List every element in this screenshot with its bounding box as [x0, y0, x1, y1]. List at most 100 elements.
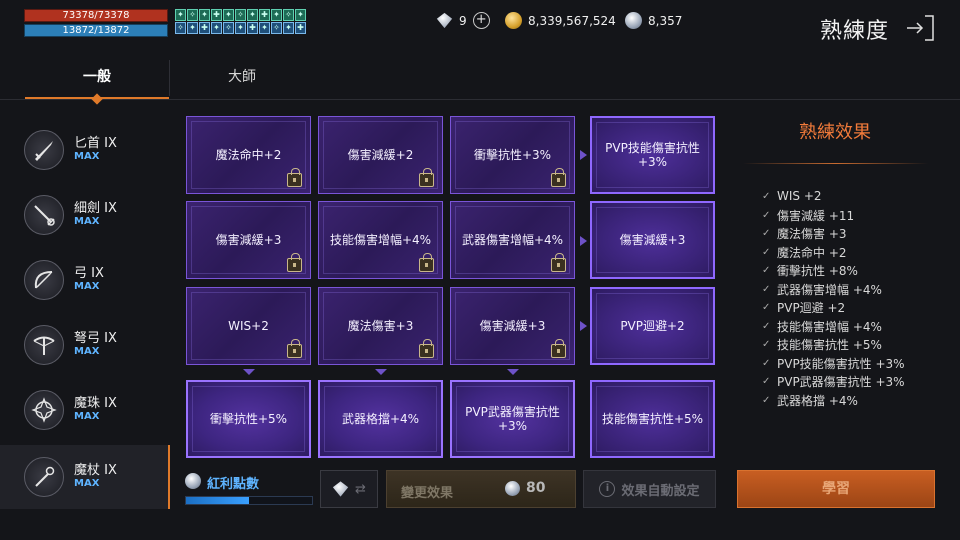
swap-icon: ⇄	[355, 481, 366, 497]
orb-icon	[24, 390, 64, 430]
effect-text: 衝擊抗性 +8%	[777, 264, 858, 278]
mastery-tile[interactable]: 傷害減緩+3	[450, 287, 575, 365]
buff-icon[interactable]: ✧	[283, 9, 294, 21]
bow-icon	[24, 260, 64, 300]
tile-label: 傷害減緩+2	[347, 148, 414, 162]
diamond-amount: 9	[459, 13, 467, 28]
weapon-item-orb[interactable]: 魔珠 IX MAX	[0, 378, 170, 442]
buff-icon[interactable]: ✦	[259, 22, 270, 34]
check-icon: ✓	[762, 358, 771, 369]
effects-title: 熟練效果	[799, 122, 871, 143]
mastery-tile[interactable]: 傷害減緩+2	[318, 116, 443, 194]
tile-label: 傷害減緩+3	[215, 233, 282, 247]
effect-text: WIS +2	[777, 189, 822, 203]
tile-label: 技能傷害增幅+4%	[329, 233, 432, 247]
weapon-name: 弩弓 IX	[74, 331, 117, 346]
wand-icon	[24, 457, 64, 497]
check-icon: ✓	[762, 228, 771, 239]
lock-icon	[551, 253, 566, 272]
mastery-tile[interactable]: 魔法命中+2	[186, 116, 311, 194]
effect-text: 魔法命中 +2	[777, 246, 847, 260]
weapon-item-crossbow[interactable]: 弩弓 IX MAX	[0, 313, 170, 377]
swap-currency-button[interactable]: ⇄	[320, 470, 378, 508]
learn-button[interactable]: 學習	[737, 470, 935, 508]
mastery-tile-unlocked[interactable]: PVP武器傷害抗性+3%	[450, 380, 575, 458]
diamond-icon	[436, 12, 453, 29]
bonus-progress-fill	[186, 497, 249, 504]
buff-icon[interactable]: ✦	[175, 9, 186, 21]
silver-currency: 8,357	[625, 12, 682, 29]
buff-icon[interactable]: ✚	[199, 22, 210, 34]
tab-divider	[0, 99, 960, 100]
arrow-right-icon	[580, 150, 587, 160]
info-icon: i	[599, 481, 616, 497]
check-icon: ✓	[762, 302, 771, 313]
mastery-tile-unlocked[interactable]: PVP迴避+2	[590, 287, 715, 365]
buff-icon[interactable]: ✦	[223, 9, 234, 21]
buff-icon[interactable]: ✦	[211, 22, 222, 34]
check-icon: ✓	[762, 210, 771, 221]
change-effect-button[interactable]: 變更效果 80	[386, 470, 576, 508]
auto-set-effect-button[interactable]: i 效果自動設定	[583, 470, 716, 508]
effect-item: ✓ 衝擊抗性 +8%	[762, 262, 858, 279]
effect-item: ✓ PVP技能傷害抗性 +3%	[762, 355, 905, 372]
weapon-item-wand[interactable]: 魔杖 IX MAX	[0, 445, 170, 509]
arrow-down-icon	[507, 369, 519, 375]
check-icon: ✓	[762, 321, 771, 332]
buff-icon[interactable]: ✚	[211, 9, 222, 21]
effects-divider	[743, 163, 928, 164]
mastery-tile-unlocked[interactable]: 武器格擋+4%	[318, 380, 443, 458]
effect-text: 武器格擋 +4%	[777, 394, 858, 408]
buff-icon[interactable]: ✦	[247, 9, 258, 21]
buff-icons[interactable]: ✦ ✧ ✦ ✚ ✦ ✧ ✦ ✚ ✦ ✧ ✦ ✧ ✦ ✚ ✦ ✧ ✦ ✚ ✦ ✧ …	[175, 9, 313, 34]
arrow-right-icon	[580, 321, 587, 331]
buff-icon[interactable]: ✚	[259, 9, 270, 21]
gold-currency: 8,339,567,524	[505, 12, 616, 29]
effect-item: ✓ 武器傷害增幅 +4%	[762, 281, 882, 298]
weapon-item-dagger[interactable]: 匕首 IX MAX	[0, 118, 170, 182]
mastery-tile[interactable]: 魔法傷害+3	[318, 287, 443, 365]
buff-icon[interactable]: ✚	[295, 22, 306, 34]
mastery-tile[interactable]: 傷害減緩+3	[186, 201, 311, 279]
effect-text: 傷害減緩 +11	[777, 209, 855, 223]
mastery-tile[interactable]: 衝擊抗性+3%	[450, 116, 575, 194]
buff-icon[interactable]: ✧	[235, 9, 246, 21]
buff-icon[interactable]: ✦	[271, 9, 282, 21]
buff-icon[interactable]: ✦	[187, 22, 198, 34]
effect-text: PVP技能傷害抗性 +3%	[777, 357, 905, 371]
weapon-name: 匕首 IX	[74, 136, 117, 151]
buff-icon[interactable]: ✧	[223, 22, 234, 34]
effect-item: ✓ PVP武器傷害抗性 +3%	[762, 373, 905, 390]
buff-icon[interactable]: ✧	[175, 22, 186, 34]
tile-label: 武器傷害增幅+4%	[461, 233, 564, 247]
diamond-icon	[332, 481, 349, 497]
weapon-level: MAX	[74, 151, 100, 162]
mastery-tile[interactable]: WIS+2	[186, 287, 311, 365]
mastery-tile-unlocked[interactable]: PVP技能傷害抗性+3%	[590, 116, 715, 194]
buff-icon[interactable]: ✦	[283, 22, 294, 34]
buff-icon[interactable]: ✦	[235, 22, 246, 34]
buff-icon[interactable]: ✚	[247, 22, 258, 34]
mastery-tile-unlocked[interactable]: 技能傷害抗性+5%	[590, 380, 715, 458]
mastery-tile-unlocked[interactable]: 衝擊抗性+5%	[186, 380, 311, 458]
buff-icon[interactable]: ✦	[199, 9, 210, 21]
weapon-item-rapier[interactable]: 細劍 IX MAX	[0, 183, 170, 247]
weapon-item-bow[interactable]: 弓 IX MAX	[0, 248, 170, 312]
weapon-level: MAX	[74, 216, 100, 227]
buff-icon[interactable]: ✧	[187, 9, 198, 21]
tile-label: 衝擊抗性+3%	[473, 148, 552, 162]
weapon-level: MAX	[74, 346, 100, 357]
effect-text: 魔法傷害 +3	[777, 227, 847, 241]
exit-icon	[907, 15, 934, 41]
mastery-tile-unlocked[interactable]: 傷害減緩+3	[590, 201, 715, 279]
buff-icon[interactable]: ✦	[295, 9, 306, 21]
exit-button[interactable]	[904, 12, 936, 44]
mastery-tile[interactable]: 武器傷害增幅+4%	[450, 201, 575, 279]
lock-icon	[287, 253, 302, 272]
add-diamond-button[interactable]: +	[472, 12, 490, 29]
tab-master[interactable]: 大師	[170, 57, 314, 99]
check-icon: ✓	[762, 376, 771, 387]
buff-icon[interactable]: ✧	[271, 22, 282, 34]
effect-text: PVP迴避 +2	[777, 301, 846, 315]
mastery-tile[interactable]: 技能傷害增幅+4%	[318, 201, 443, 279]
